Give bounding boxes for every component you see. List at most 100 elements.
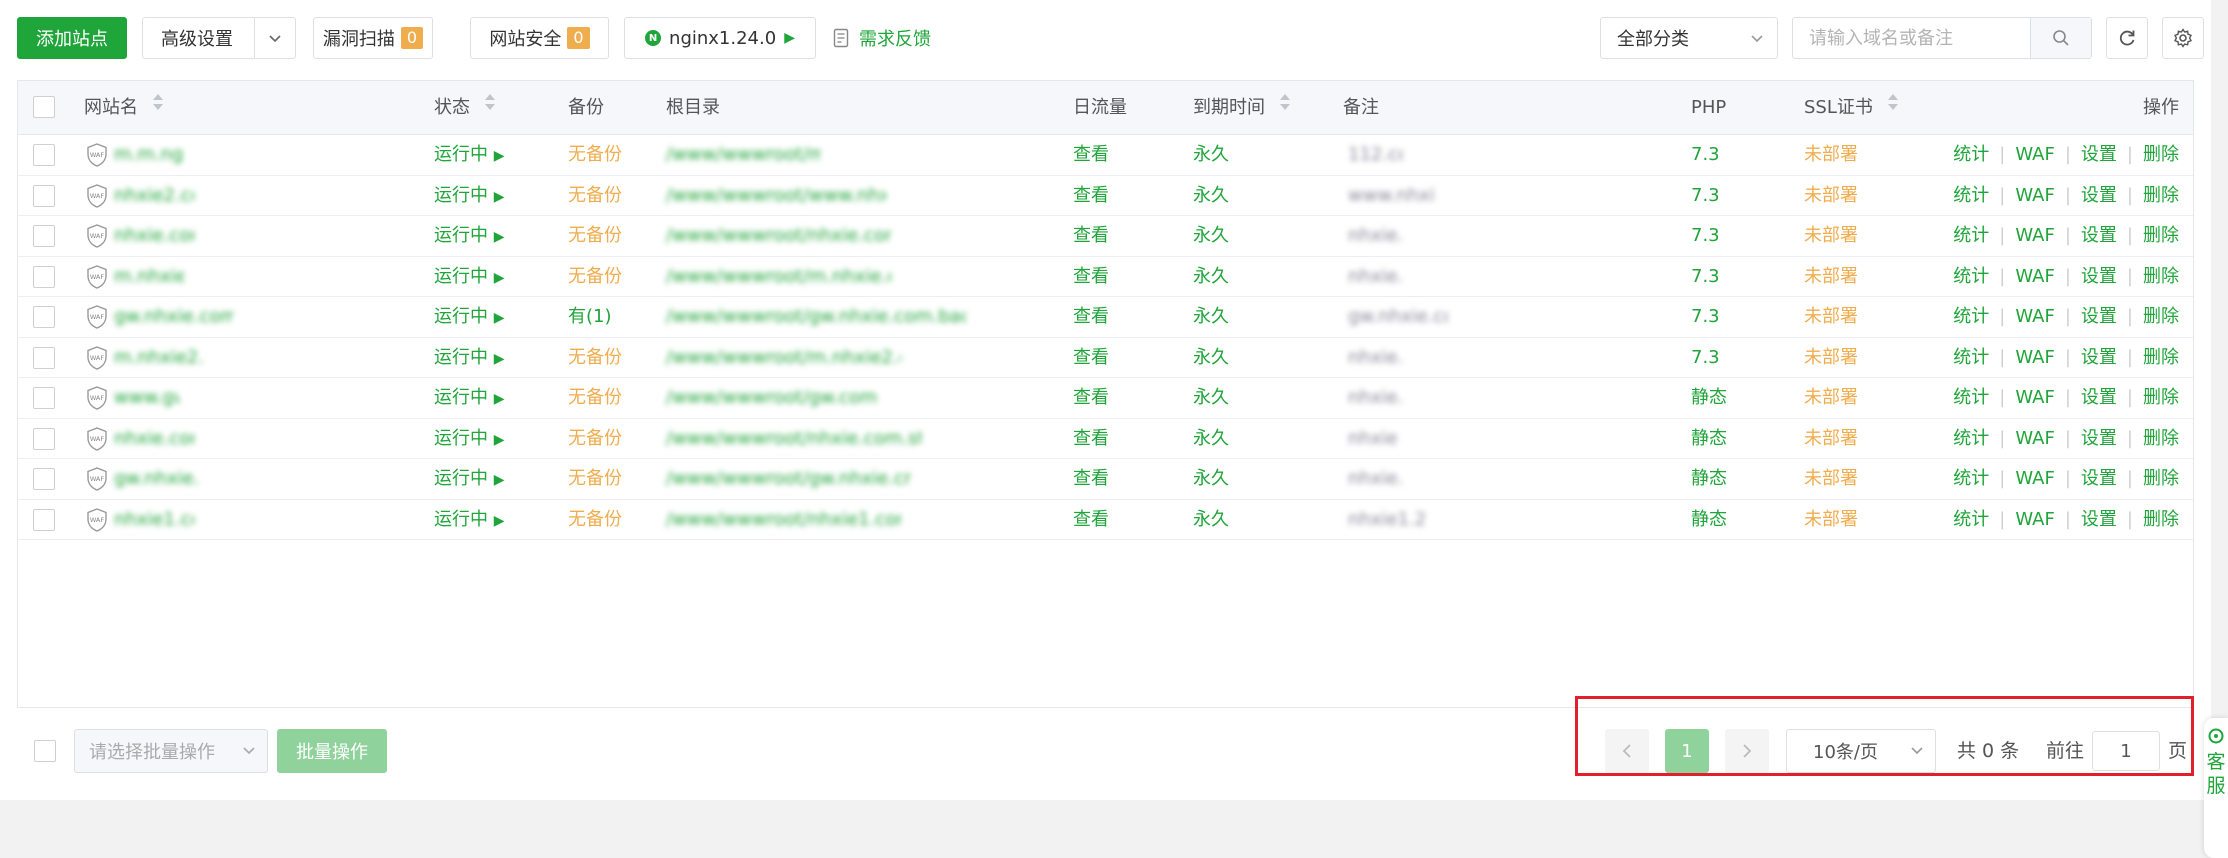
expire-link[interactable]: 永久 <box>1193 135 1229 176</box>
ssl-status-link[interactable]: 未部署 <box>1804 419 1858 460</box>
remark-text[interactable]: nhxie.2 <box>1348 459 1403 500</box>
advanced-settings-split-button[interactable]: 高级设置 <box>142 17 296 59</box>
backup-link[interactable]: 无备份 <box>568 378 622 419</box>
remark-text[interactable]: www.nhxie2.com <box>1348 176 1433 217</box>
refresh-button[interactable] <box>2106 17 2148 59</box>
delete-link[interactable]: 删除 <box>2143 306 2179 327</box>
row-checkbox[interactable] <box>33 265 55 288</box>
php-version-link[interactable]: 7.3 <box>1691 216 1720 257</box>
footer-select-all-checkbox[interactable] <box>34 740 56 762</box>
category-select[interactable]: 全部分类 <box>1600 17 1778 59</box>
traffic-view-link[interactable]: 查看 <box>1073 500 1109 541</box>
site-name-link[interactable]: gw.nhxie.com.abc <box>114 297 234 338</box>
chevron-down-icon[interactable] <box>267 30 283 51</box>
row-checkbox[interactable] <box>33 387 55 410</box>
search-input[interactable] <box>1793 18 2029 58</box>
row-checkbox[interactable] <box>33 144 55 167</box>
traffic-view-link[interactable]: 查看 <box>1073 176 1109 217</box>
site-name-link[interactable]: nhxie1.com <box>114 500 194 541</box>
search-button[interactable] <box>2030 18 2091 58</box>
nginx-service-button[interactable]: N nginx1.24.0 ▶ <box>624 17 816 59</box>
traffic-view-link[interactable]: 查看 <box>1073 257 1109 298</box>
traffic-view-link[interactable]: 查看 <box>1073 419 1109 460</box>
batch-action-button[interactable]: 批量操作 <box>277 729 387 773</box>
ssl-status-link[interactable]: 未部署 <box>1804 378 1858 419</box>
select-all-checkbox[interactable] <box>33 96 55 118</box>
waf-link[interactable]: WAF <box>2015 428 2054 449</box>
stats-link[interactable]: 统计 <box>1953 144 1989 165</box>
remark-text[interactable]: gw.nhxie.com.web <box>1348 297 1448 338</box>
goto-page-input[interactable] <box>2092 731 2160 771</box>
remark-text[interactable]: nhxie.2 <box>1348 419 1398 460</box>
site-name-link[interactable]: nhxie.com <box>114 216 194 257</box>
stats-link[interactable]: 统计 <box>1953 347 1989 368</box>
feedback-link[interactable]: 需求反馈 <box>833 17 931 59</box>
delete-link[interactable]: 删除 <box>2143 225 2179 246</box>
waf-link[interactable]: WAF <box>2015 347 2054 368</box>
customer-service-float[interactable]: 客服 <box>2204 718 2228 858</box>
row-checkbox[interactable] <box>33 225 55 248</box>
traffic-view-link[interactable]: 查看 <box>1073 135 1109 176</box>
traffic-view-link[interactable]: 查看 <box>1073 459 1109 500</box>
site-security-button[interactable]: 网站安全 0 <box>470 17 609 59</box>
remark-text[interactable]: nhxie1.2 <box>1348 500 1426 541</box>
site-name-link[interactable]: nhxie.com <box>114 419 194 460</box>
prev-page-button[interactable] <box>1605 729 1649 773</box>
root-dir-link[interactable]: /www/wwwroot/gw.com <box>666 378 877 419</box>
status-toggle[interactable]: 运行中 ▶ <box>434 297 505 338</box>
php-version-link[interactable]: 7.3 <box>1691 176 1720 217</box>
delete-link[interactable]: 删除 <box>2143 144 2179 165</box>
site-name-link[interactable]: m.nhxie2.c <box>114 338 204 379</box>
root-dir-link[interactable]: /www/wwwroot/gw.nhxie.cn.static <box>666 459 911 500</box>
site-name-link[interactable]: m.nhxie.com <box>114 257 184 298</box>
status-toggle[interactable]: 运行中 ▶ <box>434 135 505 176</box>
php-version-link[interactable]: 7.3 <box>1691 135 1720 176</box>
stats-link[interactable]: 统计 <box>1953 225 1989 246</box>
status-toggle[interactable]: 运行中 ▶ <box>434 419 505 460</box>
waf-link[interactable]: WAF <box>2015 144 2054 165</box>
vuln-scan-button[interactable]: 漏洞扫描 0 <box>313 17 433 59</box>
row-checkbox[interactable] <box>33 508 55 531</box>
delete-link[interactable]: 删除 <box>2143 387 2179 408</box>
backup-link[interactable]: 无备份 <box>568 216 622 257</box>
settings-link[interactable]: 设置 <box>2081 225 2117 246</box>
column-header-name[interactable]: 网站名 <box>84 81 164 134</box>
ssl-status-link[interactable]: 未部署 <box>1804 338 1858 379</box>
php-version-link[interactable]: 7.3 <box>1691 257 1720 298</box>
stats-link[interactable]: 统计 <box>1953 387 1989 408</box>
status-toggle[interactable]: 运行中 ▶ <box>434 216 505 257</box>
root-dir-link[interactable]: /www/wwwroot/www.nhxie2.com <box>666 176 886 217</box>
delete-link[interactable]: 删除 <box>2143 347 2179 368</box>
settings-link[interactable]: 设置 <box>2081 428 2117 449</box>
delete-link[interactable]: 删除 <box>2143 509 2179 530</box>
root-dir-link[interactable]: /www/wwwroot/m.nhxie <box>666 135 821 176</box>
backup-link[interactable]: 无备份 <box>568 338 622 379</box>
waf-link[interactable]: WAF <box>2015 225 2054 246</box>
delete-link[interactable]: 删除 <box>2143 468 2179 489</box>
expire-link[interactable]: 永久 <box>1193 500 1229 541</box>
row-checkbox[interactable] <box>33 306 55 329</box>
status-toggle[interactable]: 运行中 ▶ <box>434 459 505 500</box>
root-dir-link[interactable]: /www/wwwroot/nhxie.com.abc <box>666 216 891 257</box>
waf-link[interactable]: WAF <box>2015 509 2054 530</box>
status-toggle[interactable]: 运行中 ▶ <box>434 257 505 298</box>
delete-link[interactable]: 删除 <box>2143 185 2179 206</box>
expire-link[interactable]: 永久 <box>1193 257 1229 298</box>
batch-action-select[interactable]: 请选择批量操作 <box>74 729 268 773</box>
traffic-view-link[interactable]: 查看 <box>1073 378 1109 419</box>
stats-link[interactable]: 统计 <box>1953 509 1989 530</box>
backup-link[interactable]: 无备份 <box>568 419 622 460</box>
expire-link[interactable]: 永久 <box>1193 459 1229 500</box>
site-name-link[interactable]: www.gw <box>114 378 179 419</box>
settings-link[interactable]: 设置 <box>2081 347 2117 368</box>
remark-text[interactable]: nhxie.1 <box>1348 378 1403 419</box>
site-name-link[interactable]: m.m.ngsd <box>114 135 184 176</box>
ssl-status-link[interactable]: 未部署 <box>1804 297 1858 338</box>
root-dir-link[interactable]: /www/wwwroot/gw.nhxie.com.backup <box>666 297 966 338</box>
root-dir-link[interactable]: /www/wwwroot/nhxie.com.static <box>666 419 921 460</box>
waf-link[interactable]: WAF <box>2015 387 2054 408</box>
remark-text[interactable]: nhxie.1 <box>1348 338 1403 379</box>
stats-link[interactable]: 统计 <box>1953 468 1989 489</box>
backup-link[interactable]: 无备份 <box>568 459 622 500</box>
expire-link[interactable]: 永久 <box>1193 419 1229 460</box>
